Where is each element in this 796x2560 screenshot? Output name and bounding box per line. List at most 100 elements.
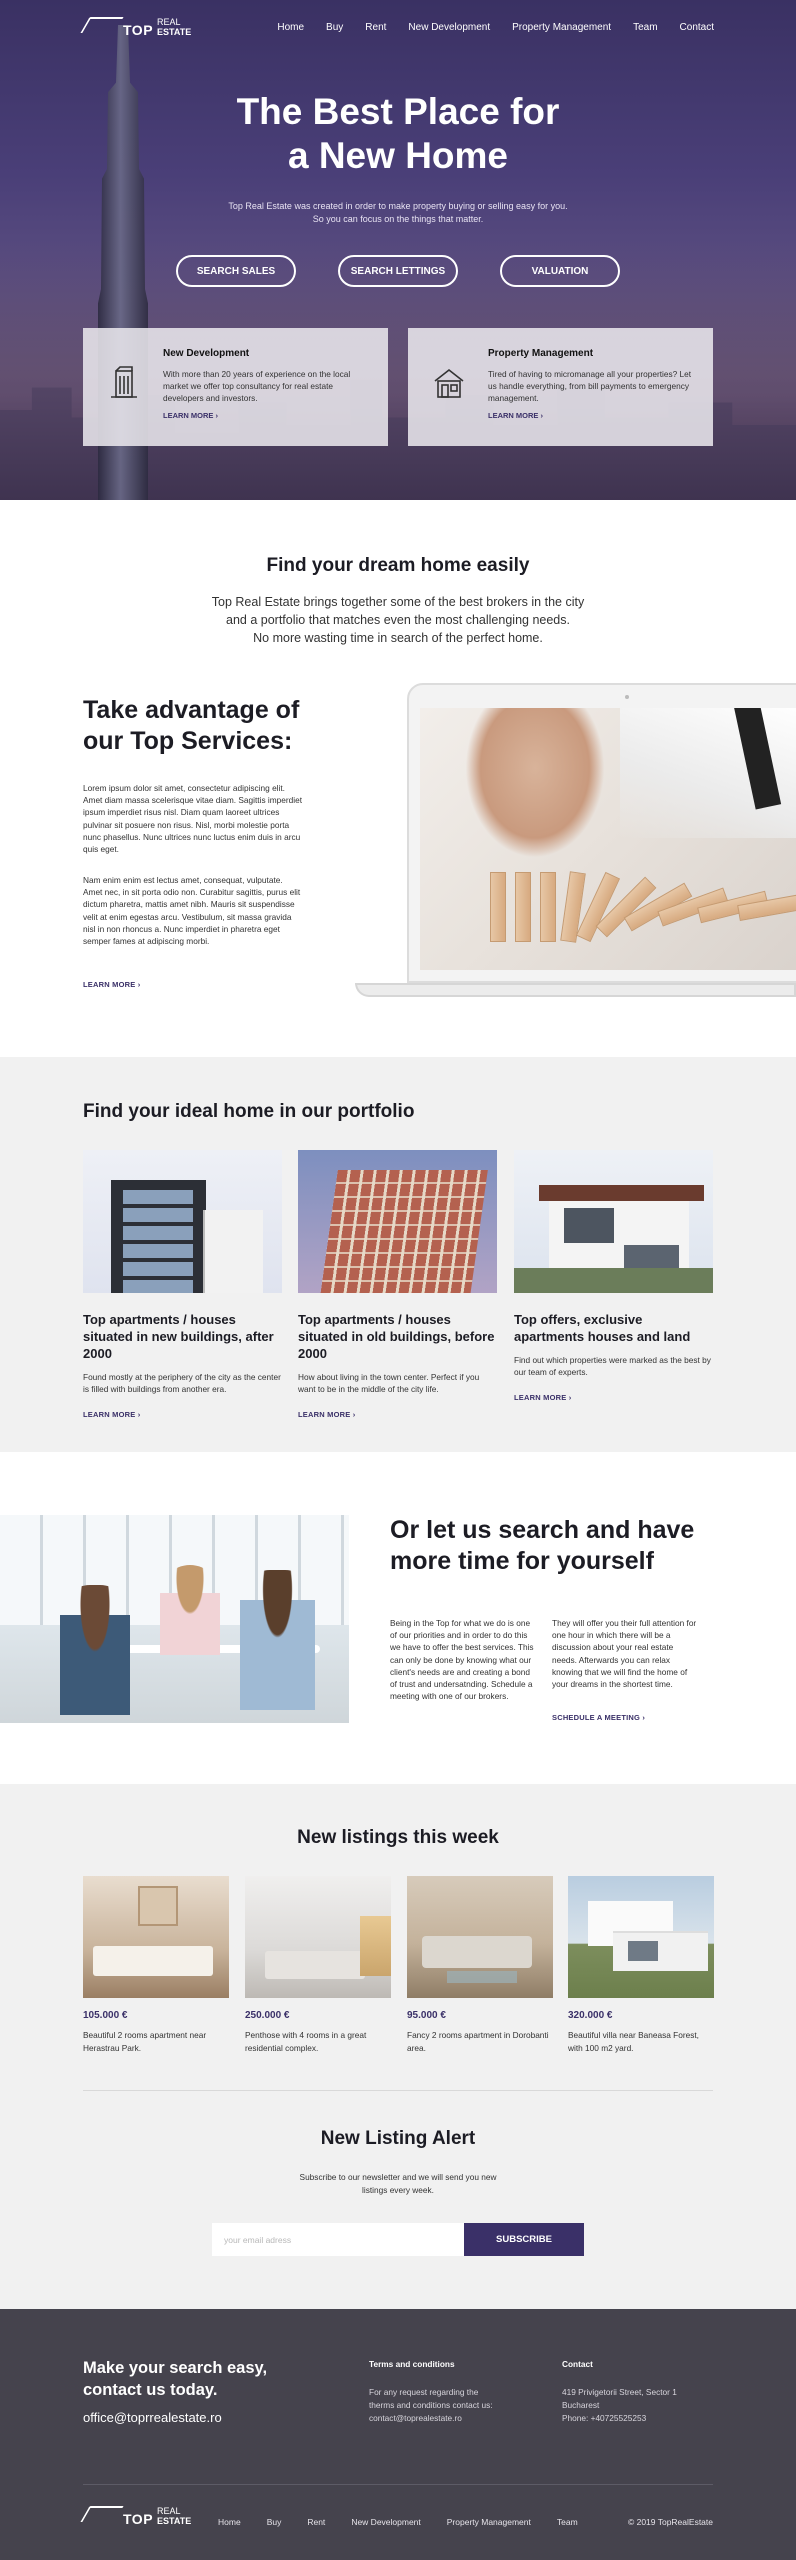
listing-text: Penthose with 4 rooms in a great residen… bbox=[245, 2030, 367, 2053]
services-title: Take advantage of our Top Services: bbox=[83, 696, 300, 755]
meeting-image bbox=[0, 1515, 349, 1723]
nav-property-management[interactable]: Property Management bbox=[512, 22, 611, 33]
listing-text: Fancy 2 rooms apartment in Dorobanti are… bbox=[407, 2030, 549, 2053]
search-title: Or let us search and have more time for … bbox=[390, 1516, 695, 1575]
main-nav: Home Buy Rent New Development Property M… bbox=[255, 22, 714, 33]
listing-image bbox=[407, 1876, 553, 1998]
portfolio-card-text: Find out which properties were marked as… bbox=[514, 1355, 711, 1377]
house-icon bbox=[434, 368, 464, 398]
listings-divider bbox=[83, 2090, 713, 2091]
footer-divider bbox=[83, 2484, 713, 2485]
copyright: © 2019 TopRealEstate bbox=[627, 2517, 713, 2527]
hero-subtitle: Top Real Estate was created in order to … bbox=[228, 201, 568, 224]
nav-contact[interactable]: Contact bbox=[680, 22, 714, 33]
nav-buy[interactable]: Buy bbox=[326, 22, 343, 33]
valuation-button[interactable]: VALUATION bbox=[500, 255, 620, 287]
subscribe-button[interactable]: SUBSCRIBE bbox=[464, 2223, 584, 2256]
new-development-learn-more-link[interactable]: LEARN MORE › bbox=[163, 411, 218, 420]
footer-terms-email: contact@toprealestate.ro bbox=[369, 2413, 462, 2423]
portfolio-card: Top apartments / houses situated in new … bbox=[83, 1150, 282, 1422]
card-title: New Development bbox=[163, 348, 250, 359]
nav-rent[interactable]: Rent bbox=[365, 22, 386, 33]
laptop-image bbox=[355, 683, 796, 1001]
alert-title: New Listing Alert bbox=[320, 2128, 476, 2149]
portfolio-image-exclusive bbox=[514, 1150, 713, 1293]
portfolio-image-old-buildings bbox=[298, 1150, 497, 1293]
listing-price: 320.000 € bbox=[568, 2010, 613, 2021]
logo-roof-icon bbox=[83, 19, 119, 35]
logo-estate-text: ESTATE bbox=[157, 27, 192, 37]
laptop-base bbox=[355, 983, 796, 997]
listing-price: 95.000 € bbox=[407, 2010, 446, 2021]
hero-title: The Best Place for a New Home bbox=[236, 91, 560, 176]
services-learn-more-link[interactable]: LEARN MORE › bbox=[83, 980, 140, 989]
listing-card[interactable]: 95.000 € Fancy 2 rooms apartment in Doro… bbox=[407, 1876, 553, 2054]
portfolio-title: Find your ideal home in our portfolio bbox=[83, 1101, 415, 1122]
alert-text: Subscribe to our newsletter and we will … bbox=[299, 2172, 497, 2195]
footer-email-link[interactable]: office@toprrealestate.ro bbox=[83, 2410, 222, 2425]
footer-logo[interactable]: TOP REAL ESTATE bbox=[83, 2505, 191, 2527]
footer-nav: Home Buy Rent New Development Property M… bbox=[218, 2517, 604, 2527]
listing-image bbox=[568, 1876, 714, 1998]
footer-contact: Contact 419 Privigetorii Street, Sector … bbox=[562, 2359, 702, 2425]
footer-nav-new-development[interactable]: New Development bbox=[351, 2517, 420, 2527]
listing-image bbox=[245, 1876, 391, 1998]
listing-card[interactable]: 105.000 € Beautiful 2 rooms apartment ne… bbox=[83, 1876, 229, 2054]
search-paragraph-1: Being in the Top for what we do is one o… bbox=[390, 1618, 534, 1702]
laptop-screen bbox=[420, 708, 796, 970]
services-paragraph-2: Nam enim enim est lectus amet, consequat… bbox=[83, 875, 301, 947]
card-title: Property Management bbox=[488, 348, 594, 359]
schedule-meeting-link[interactable]: SCHEDULE A MEETING › bbox=[552, 1713, 645, 1722]
footer-nav-buy[interactable]: Buy bbox=[267, 2517, 282, 2527]
dream-text: Top Real Estate brings together some of … bbox=[211, 595, 585, 645]
footer: Make your search easy, contact us today.… bbox=[0, 2309, 796, 2560]
portfolio-card-title: Top offers, exclusive apartments houses … bbox=[514, 1312, 691, 1344]
portfolio-image-new-buildings bbox=[83, 1150, 282, 1293]
portfolio-card-title: Top apartments / houses situated in old … bbox=[298, 1312, 495, 1361]
portfolio-card: Top offers, exclusive apartments houses … bbox=[514, 1150, 713, 1405]
new-development-card: New Development With more than 20 years … bbox=[83, 328, 388, 446]
listing-card[interactable]: 320.000 € Beautiful villa near Baneasa F… bbox=[568, 1876, 714, 2054]
portfolio-card-text: How about living in the town center. Per… bbox=[298, 1372, 480, 1394]
listing-text: Beautiful villa near Baneasa Forest, wit… bbox=[568, 2030, 699, 2053]
building-icon bbox=[111, 366, 137, 398]
listing-card[interactable]: 250.000 € Penthose with 4 rooms in a gre… bbox=[245, 1876, 391, 2054]
hero-buttons: SEARCH SALES SEARCH LETTINGS VALUATION bbox=[0, 255, 796, 287]
services-paragraph-1: Lorem ipsum dolor sit amet, consectetur … bbox=[83, 783, 303, 855]
listing-price: 250.000 € bbox=[245, 2010, 290, 2021]
property-management-card: Property Management Tired of having to m… bbox=[408, 328, 713, 446]
search-lettings-button[interactable]: SEARCH LETTINGS bbox=[338, 255, 458, 287]
nav-home[interactable]: Home bbox=[277, 22, 304, 33]
portfolio-card-title: Top apartments / houses situated in new … bbox=[83, 1312, 274, 1361]
footer-terms-title: Terms and conditions bbox=[369, 2359, 455, 2369]
logo-real-text: REAL bbox=[157, 17, 181, 27]
footer-contact-title: Contact bbox=[562, 2359, 593, 2369]
search-paragraph-2: They will offer you their full attention… bbox=[552, 1618, 697, 1690]
card-text: With more than 20 years of experience on… bbox=[163, 369, 351, 403]
footer-nav-home[interactable]: Home bbox=[218, 2517, 241, 2527]
footer-nav-property-management[interactable]: Property Management bbox=[447, 2517, 531, 2527]
portfolio-learn-more-link[interactable]: LEARN MORE › bbox=[514, 1393, 571, 1402]
email-field[interactable] bbox=[212, 2223, 464, 2256]
listings-title: New listings this week bbox=[297, 1827, 499, 1848]
footer-nav-team[interactable]: Team bbox=[557, 2517, 578, 2527]
hero-section: TOP REAL ESTATE Home Buy Rent New Develo… bbox=[0, 0, 796, 500]
nav-new-development[interactable]: New Development bbox=[408, 22, 490, 33]
listing-text: Beautiful 2 rooms apartment near Herastr… bbox=[83, 2030, 207, 2053]
card-text: Tired of having to micromanage all your … bbox=[488, 369, 692, 403]
logo-top-text: TOP bbox=[123, 22, 154, 38]
logo-roof-icon bbox=[83, 2508, 119, 2524]
footer-terms: Terms and conditions For any request reg… bbox=[369, 2359, 509, 2425]
footer-nav-rent[interactable]: Rent bbox=[307, 2517, 325, 2527]
nav-team[interactable]: Team bbox=[633, 22, 657, 33]
footer-headline: Make your search easy, contact us today. bbox=[83, 2359, 268, 2399]
laptop-camera bbox=[625, 695, 629, 699]
portfolio-learn-more-link[interactable]: LEARN MORE › bbox=[298, 1410, 355, 1419]
dream-title: Find your dream home easily bbox=[266, 555, 530, 576]
search-sales-button[interactable]: SEARCH SALES bbox=[176, 255, 296, 287]
portfolio-learn-more-link[interactable]: LEARN MORE › bbox=[83, 1410, 140, 1419]
property-management-learn-more-link[interactable]: LEARN MORE › bbox=[488, 411, 543, 420]
header-logo[interactable]: TOP REAL ESTATE bbox=[83, 16, 191, 38]
portfolio-card: Top apartments / houses situated in old … bbox=[298, 1150, 497, 1422]
listing-image bbox=[83, 1876, 229, 1998]
